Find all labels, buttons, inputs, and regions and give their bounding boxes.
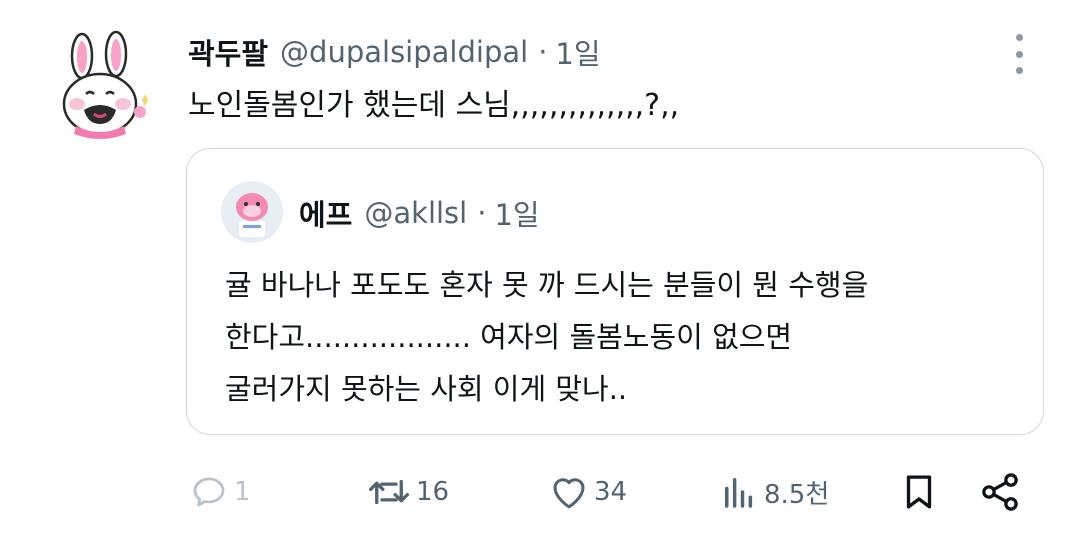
bunny-avatar-icon xyxy=(62,30,148,139)
quoted-text-line: 귤 바나나 포도도 혼자 못 까 드시는 분들이 뭔 수행을 xyxy=(225,268,869,302)
retweet-count: 16 xyxy=(416,477,450,507)
separator-dot: · xyxy=(538,35,548,69)
reply-count: 1 xyxy=(234,477,251,507)
quoted-author-display-name: 에프 xyxy=(299,198,353,232)
tweet-header: 곽두팔 @dupalsipaldipal · 1일 xyxy=(188,26,601,78)
views-button[interactable]: 8.5천 xyxy=(718,462,829,522)
quoted-tweet-time: 1일 xyxy=(494,198,540,232)
heart-icon xyxy=(553,478,585,509)
retweet-icon xyxy=(368,479,410,505)
tweet-text: 노인돌봄인가 했는데 스님,,,,,,,,,,,,,,?,, xyxy=(188,88,680,123)
pink-character-avatar-icon xyxy=(221,181,283,243)
quoted-tweet-card[interactable]: 에프 @akllsl · 1일 귤 바나나 포도도 혼자 못 까 드시는 분들이… xyxy=(186,148,1044,435)
quoted-tweet-text: 귤 바나나 포도도 혼자 못 까 드시는 분들이 뭔 수행을 한다고......… xyxy=(225,259,1015,415)
more-vertical-icon[interactable] xyxy=(1006,34,1032,74)
retweet-button[interactable]: 16 xyxy=(366,462,449,522)
quoted-tweet-header: 에프 @akllsl · 1일 xyxy=(299,189,540,237)
like-button[interactable]: 34 xyxy=(548,462,627,522)
views-icon xyxy=(725,478,753,508)
author-avatar[interactable] xyxy=(50,30,162,142)
views-count: 8.5천 xyxy=(764,479,830,510)
tweet-time[interactable]: 1일 xyxy=(555,31,600,73)
bookmark-button[interactable] xyxy=(898,462,940,522)
bookmark-icon xyxy=(906,475,932,509)
share-icon xyxy=(982,473,1018,511)
quoted-author-handle: @akllsl xyxy=(364,196,468,230)
quoted-text-line: 한다고.................. 여자의 돌봄노동이 없으면 xyxy=(225,320,793,354)
reply-icon xyxy=(193,477,225,507)
author-handle[interactable]: @dupalsipaldipal xyxy=(280,35,528,69)
reply-button[interactable]: 1 xyxy=(188,462,251,522)
tweet-action-bar: 1 16 34 8.5천 xyxy=(0,462,1080,522)
quoted-text-line: 굴러가지 못하는 사회 이게 맞나.. xyxy=(225,372,628,406)
share-button[interactable] xyxy=(978,462,1022,522)
separator-dot: · xyxy=(477,196,487,230)
like-count: 34 xyxy=(594,477,628,507)
quoted-author-avatar xyxy=(221,181,283,243)
author-display-name[interactable]: 곽두팔 xyxy=(188,31,268,73)
